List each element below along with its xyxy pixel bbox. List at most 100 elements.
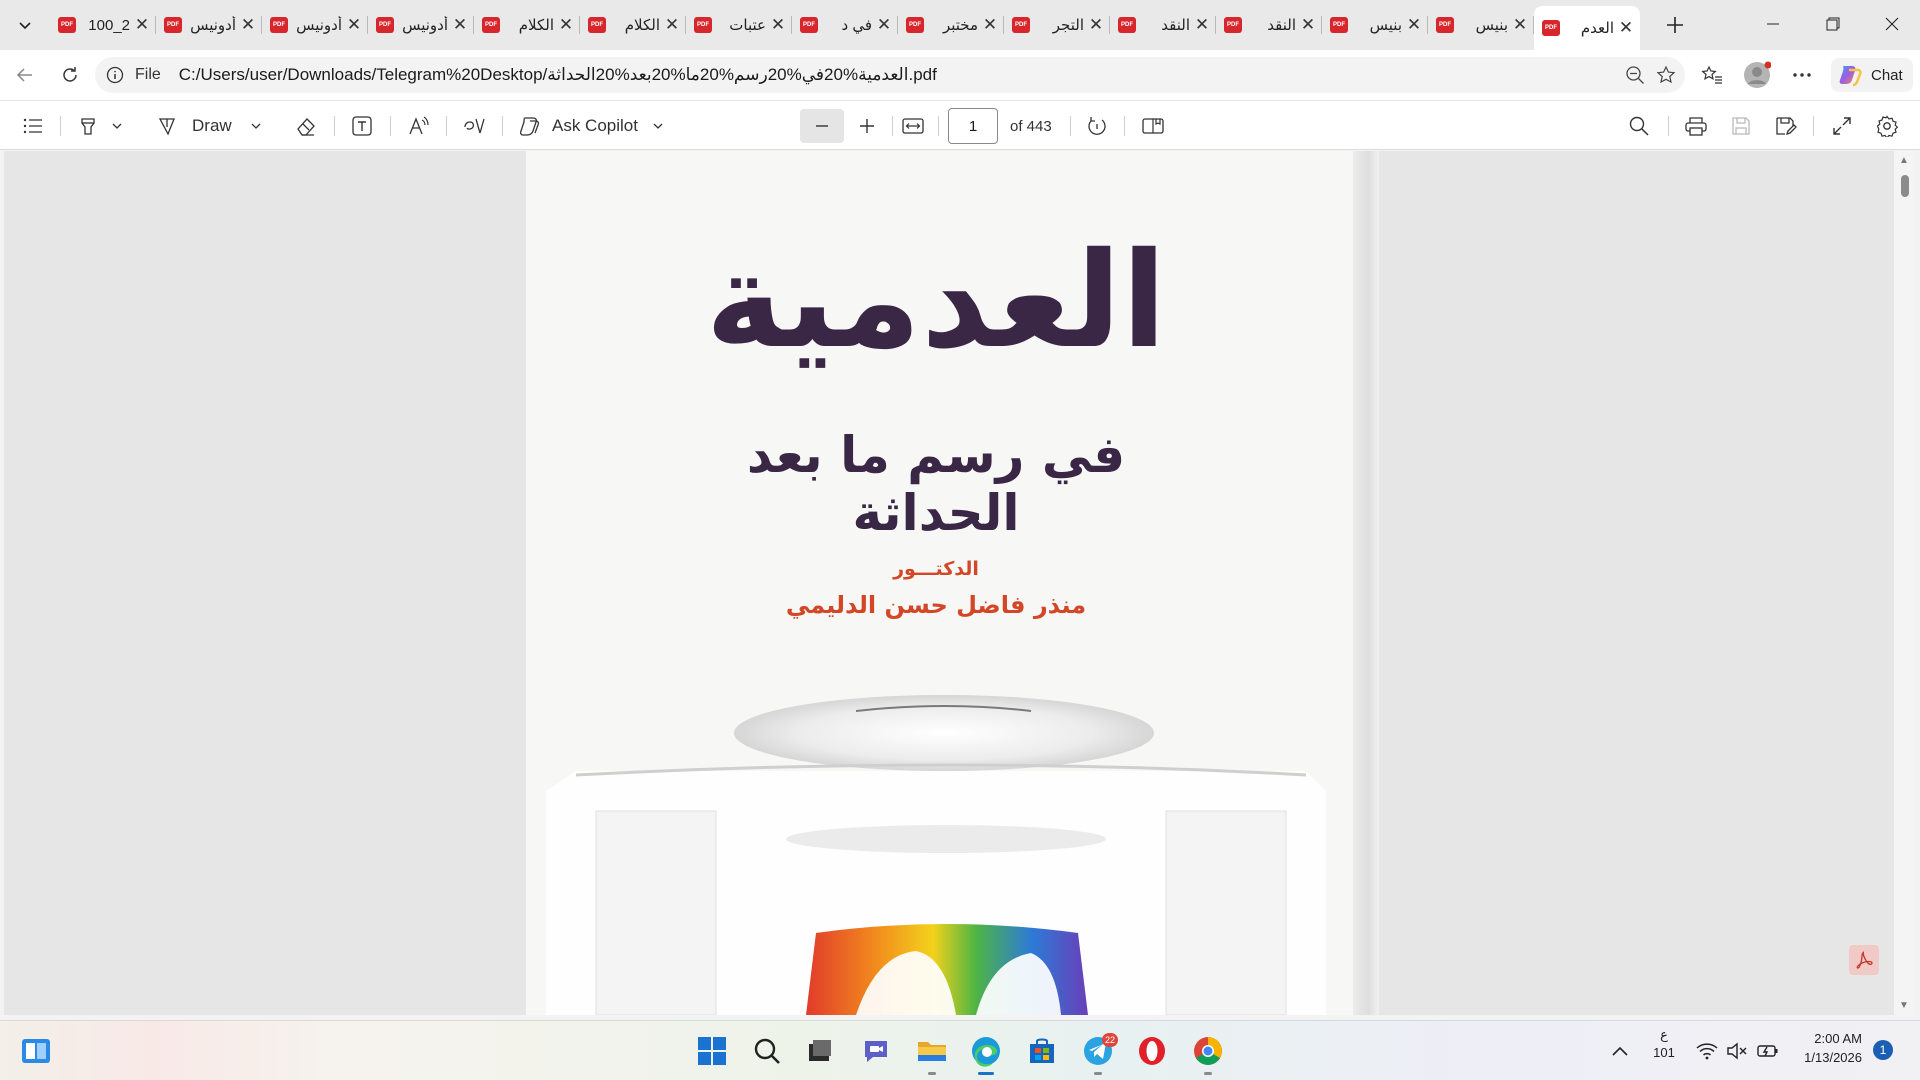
- new-tab-button[interactable]: [1657, 10, 1693, 40]
- url-text[interactable]: C:/Users/user/Downloads/Telegram%20Deskt…: [179, 65, 937, 85]
- close-icon[interactable]: ✕: [1194, 15, 1210, 34]
- close-icon[interactable]: ✕: [1618, 18, 1634, 37]
- scrollbar-thumb[interactable]: [1901, 175, 1909, 197]
- highlight-button[interactable]: [72, 109, 128, 143]
- teams-app[interactable]: [856, 1031, 896, 1071]
- ellipsis-icon: [1793, 73, 1811, 77]
- zoom-out-indicator[interactable]: [1620, 57, 1650, 93]
- favorites-button[interactable]: [1695, 58, 1729, 92]
- zoom-in-button[interactable]: [850, 109, 884, 143]
- tab[interactable]: PDF في د ✕: [792, 6, 898, 44]
- tab[interactable]: PDF بنيس ✕: [1428, 6, 1534, 44]
- edge-app[interactable]: [966, 1031, 1006, 1075]
- close-icon[interactable]: ✕: [876, 15, 892, 34]
- tab-active[interactable]: PDF العدم ✕: [1534, 6, 1640, 50]
- chrome-app[interactable]: [1188, 1031, 1228, 1075]
- draw-button[interactable]: Draw: [156, 109, 268, 143]
- print-button[interactable]: [1679, 109, 1713, 143]
- save-button[interactable]: [1724, 109, 1758, 143]
- clock-date[interactable]: 1/13/2026: [1792, 1050, 1862, 1065]
- copilot-icon: [1839, 66, 1862, 87]
- tab[interactable]: PDF التجر ✕: [1004, 6, 1110, 44]
- task-view-button[interactable]: [800, 1031, 840, 1071]
- scroll-down-arrow-icon[interactable]: ▼: [1899, 1000, 1909, 1011]
- clock-time[interactable]: 2:00 AM: [1792, 1031, 1862, 1046]
- restore-button[interactable]: [1805, 0, 1861, 48]
- start-button[interactable]: [692, 1031, 732, 1071]
- close-window-button[interactable]: [1864, 0, 1920, 48]
- close-icon[interactable]: ✕: [982, 15, 998, 34]
- tab[interactable]: PDF 2_100 ✕: [50, 6, 156, 44]
- page-view-button[interactable]: [1136, 109, 1170, 143]
- file-explorer-app[interactable]: [912, 1031, 952, 1075]
- tab[interactable]: PDF أدونيس ✕: [262, 6, 368, 44]
- search-button[interactable]: [747, 1031, 787, 1071]
- settings-button[interactable]: [1870, 109, 1904, 143]
- page-number-input[interactable]: 1: [948, 108, 998, 144]
- save-as-button[interactable]: [1769, 109, 1803, 143]
- fullscreen-button[interactable]: [1825, 109, 1859, 143]
- tab[interactable]: PDF بنيس ✕: [1322, 6, 1428, 44]
- tab[interactable]: PDF النقد ✕: [1110, 6, 1216, 44]
- tab[interactable]: PDF النقد ✕: [1216, 6, 1322, 44]
- rotate-button[interactable]: [1080, 109, 1114, 143]
- tab-title: في د: [841, 17, 872, 34]
- close-icon[interactable]: ✕: [452, 15, 468, 34]
- close-icon[interactable]: ✕: [558, 15, 574, 34]
- widgets-button[interactable]: [16, 1031, 56, 1071]
- opera-app[interactable]: [1132, 1031, 1172, 1071]
- pdf-icon: PDF: [1118, 17, 1136, 33]
- pdf-viewer[interactable]: العدمية في رسم ما بعد الحداثة الدكتـــور…: [4, 151, 1894, 1015]
- tab[interactable]: PDF أدونيس ✕: [156, 6, 262, 44]
- tab[interactable]: PDF الكلام ✕: [474, 6, 580, 44]
- contents-button[interactable]: [18, 109, 48, 143]
- teams-chat-icon: [865, 1041, 887, 1062]
- divider: [334, 116, 335, 136]
- tab[interactable]: PDF مختبر ✕: [898, 6, 1004, 44]
- favorite-button[interactable]: [1651, 57, 1681, 93]
- pdf-toolbar: Draw Ask Copilot 1 of 443: [0, 100, 1920, 150]
- info-icon[interactable]: [105, 65, 125, 85]
- tab-actions-button[interactable]: [8, 8, 42, 42]
- close-icon[interactable]: ✕: [664, 15, 680, 34]
- close-icon[interactable]: ✕: [1406, 15, 1422, 34]
- tab-title: أدونيس: [190, 17, 236, 34]
- vertical-scrollbar[interactable]: ▲ ▼: [1894, 151, 1914, 1015]
- address-bar[interactable]: File C:/Users/user/Downloads/Telegram%20…: [95, 57, 1685, 93]
- quick-settings-button[interactable]: [1690, 1031, 1786, 1071]
- refresh-button[interactable]: [53, 58, 87, 92]
- pdf-icon: PDF: [906, 17, 924, 33]
- tab[interactable]: PDF عتبات ✕: [686, 6, 792, 44]
- close-icon[interactable]: ✕: [1300, 15, 1316, 34]
- close-icon[interactable]: ✕: [1512, 15, 1528, 34]
- tab[interactable]: PDF أدونيس ✕: [368, 6, 474, 44]
- back-button[interactable]: [8, 58, 42, 92]
- translate-button[interactable]: [458, 109, 490, 143]
- list-icon: [23, 118, 42, 134]
- author-prefix: الدكتـــور: [893, 558, 979, 580]
- close-icon[interactable]: ✕: [1088, 15, 1104, 34]
- close-icon[interactable]: ✕: [770, 15, 786, 34]
- more-options-button[interactable]: [1785, 58, 1819, 92]
- find-button[interactable]: [1622, 109, 1656, 143]
- add-text-button[interactable]: [346, 109, 378, 143]
- ask-copilot-button[interactable]: Ask Copilot: [518, 109, 676, 143]
- store-app[interactable]: [1022, 1031, 1062, 1071]
- zoom-out-button[interactable]: [800, 109, 844, 143]
- telegram-app[interactable]: 22: [1078, 1031, 1118, 1075]
- acrobat-icon[interactable]: [1849, 945, 1879, 975]
- close-icon[interactable]: ✕: [134, 15, 150, 34]
- close-icon[interactable]: ✕: [240, 15, 256, 34]
- copilot-chat-button[interactable]: Chat: [1831, 58, 1913, 92]
- input-language[interactable]: ع: [1650, 1027, 1678, 1043]
- erase-button[interactable]: [290, 109, 322, 143]
- profile-button[interactable]: [1740, 58, 1774, 92]
- minimize-button[interactable]: [1745, 0, 1801, 48]
- read-aloud-button[interactable]: [402, 109, 434, 143]
- tab[interactable]: PDF الكلام ✕: [580, 6, 686, 44]
- scroll-up-arrow-icon[interactable]: ▲: [1899, 155, 1909, 166]
- notification-count-badge[interactable]: 1: [1873, 1040, 1893, 1060]
- fit-width-button[interactable]: [896, 109, 930, 143]
- show-hidden-icons-button[interactable]: [1600, 1031, 1640, 1071]
- close-icon[interactable]: ✕: [346, 15, 362, 34]
